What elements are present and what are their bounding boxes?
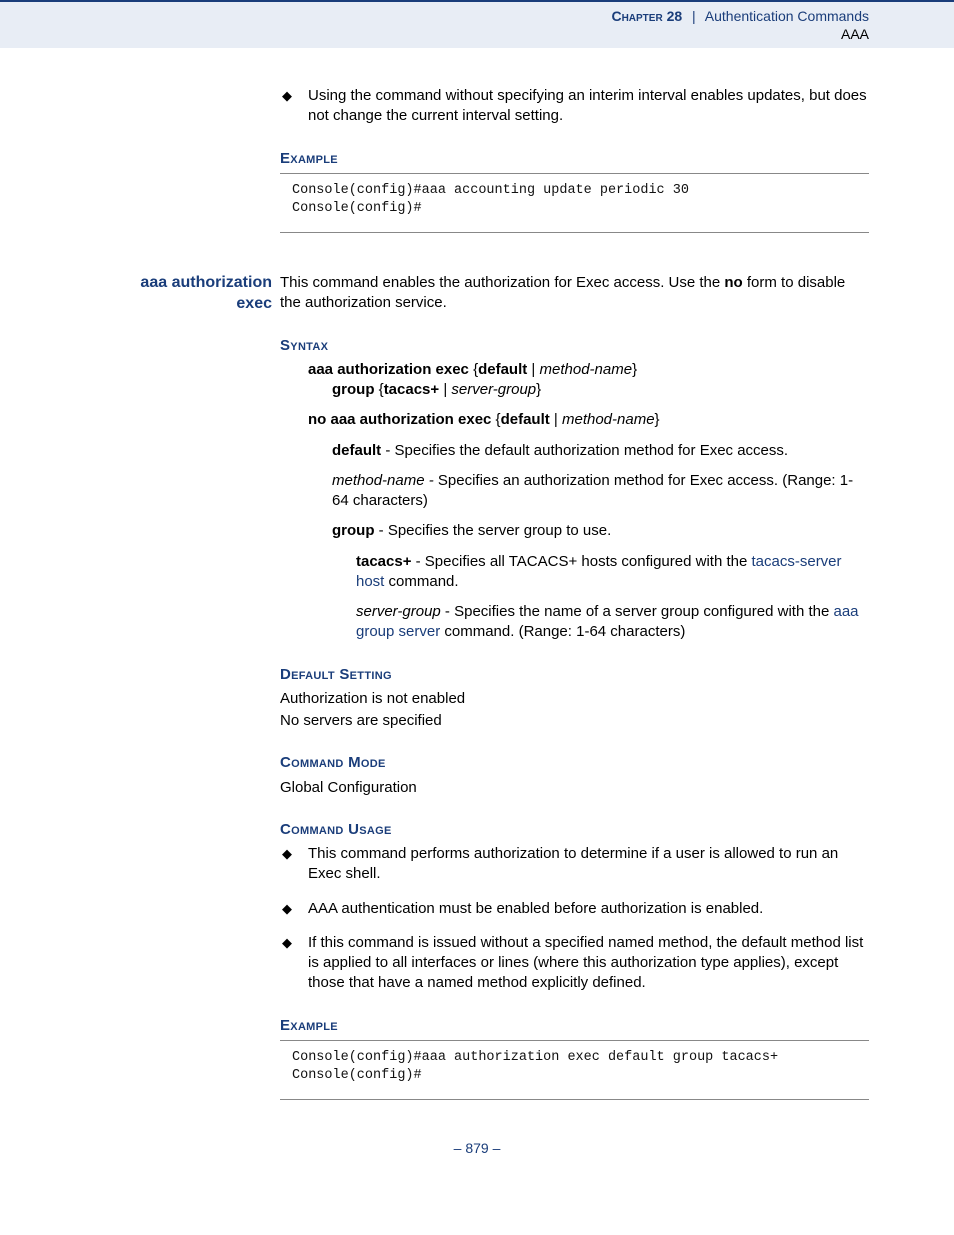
command-block: aaa authorization exec This command enab… xyxy=(280,273,869,314)
command-intro: This command enables the authorization f… xyxy=(280,273,869,314)
list-item: AAA authentication must be enabled befor… xyxy=(280,899,869,919)
list-item: Using the command without specifying an … xyxy=(280,86,869,127)
syntax-line: aaa authorization exec {default | method… xyxy=(308,360,869,401)
code-example: Console(config)#aaa accounting update pe… xyxy=(280,173,869,233)
param-name: group xyxy=(332,522,375,539)
command-mode-line: Global Configuration xyxy=(280,778,869,798)
list-item: If this command is issued without a spec… xyxy=(280,933,869,994)
param-text: - Specifies the default authorization me… xyxy=(381,442,788,459)
command-usage-list: This command performs authorization to d… xyxy=(280,844,869,994)
syntax-text: { xyxy=(469,361,478,378)
default-setting-line: Authorization is not enabled xyxy=(280,689,869,709)
intro-bullet-list: Using the command without specifying an … xyxy=(280,86,869,127)
command-name-line1: aaa authorization xyxy=(140,274,272,291)
page-footer: – 879 – xyxy=(0,1140,954,1156)
command-name-line2: exec xyxy=(236,295,272,312)
syntax-text: { xyxy=(375,381,384,398)
syntax-text: no aaa authorization exec xyxy=(308,411,491,428)
syntax-text: server-group xyxy=(451,381,536,398)
param-desc: method-name - Specifies an authorization… xyxy=(332,471,869,512)
syntax-line: no aaa authorization exec {default | met… xyxy=(308,410,869,430)
param-text: command. (Range: 1-64 characters) xyxy=(440,623,685,640)
header-subtitle: AAA xyxy=(0,26,869,42)
param-name: method-name - xyxy=(332,472,438,489)
param-name: tacacs+ xyxy=(356,553,411,570)
syntax-text: } xyxy=(655,411,660,428)
code-example: Console(config)#aaa authorization exec d… xyxy=(280,1040,869,1100)
intro-text: This command enables the authorization f… xyxy=(280,274,724,291)
syntax-text: group xyxy=(332,381,375,398)
syntax-text: | xyxy=(550,411,562,428)
chapter-label: Chapter 28 xyxy=(611,8,682,24)
syntax-text: | xyxy=(439,381,451,398)
command-usage-heading: Command Usage xyxy=(280,820,869,840)
syntax-heading: Syntax xyxy=(280,336,869,356)
syntax-text: aaa authorization exec xyxy=(308,361,469,378)
param-desc: server-group - Specifies the name of a s… xyxy=(356,602,869,643)
intro-bold: no xyxy=(724,274,742,291)
command-mode-heading: Command Mode xyxy=(280,753,869,773)
syntax-text: default xyxy=(501,411,550,428)
param-text: - Specifies the name of a server group c… xyxy=(441,603,834,620)
syntax-text: method-name xyxy=(540,361,633,378)
syntax-text: } xyxy=(536,381,541,398)
param-text: - Specifies the server group to use. xyxy=(375,522,612,539)
syntax-text: tacacs+ xyxy=(384,381,439,398)
default-setting-line: No servers are specified xyxy=(280,711,869,731)
example-heading: Example xyxy=(280,1016,869,1036)
syntax-text: default xyxy=(478,361,527,378)
default-setting-heading: Default Setting xyxy=(280,665,869,685)
syntax-text: } xyxy=(632,361,637,378)
page-header: Chapter 28 | Authentication Commands AAA xyxy=(0,0,954,48)
header-separator: | xyxy=(692,8,696,24)
list-item: This command performs authorization to d… xyxy=(280,844,869,885)
param-desc: default - Specifies the default authoriz… xyxy=(332,441,869,461)
param-text: - Specifies all TACACS+ hosts configured… xyxy=(411,553,751,570)
param-text: command. xyxy=(384,573,458,590)
param-name: default xyxy=(332,442,381,459)
syntax-text: { xyxy=(491,411,500,428)
param-name: server-group xyxy=(356,603,441,620)
example-heading: Example xyxy=(280,149,869,169)
header-title: Authentication Commands xyxy=(705,8,869,24)
syntax-text: | xyxy=(527,361,539,378)
page-content: Using the command without specifying an … xyxy=(280,86,869,1100)
command-name-margin: aaa authorization exec xyxy=(140,273,272,315)
param-desc: group - Specifies the server group to us… xyxy=(332,521,869,541)
param-desc: tacacs+ - Specifies all TACACS+ hosts co… xyxy=(356,552,869,593)
syntax-text: method-name xyxy=(562,411,655,428)
